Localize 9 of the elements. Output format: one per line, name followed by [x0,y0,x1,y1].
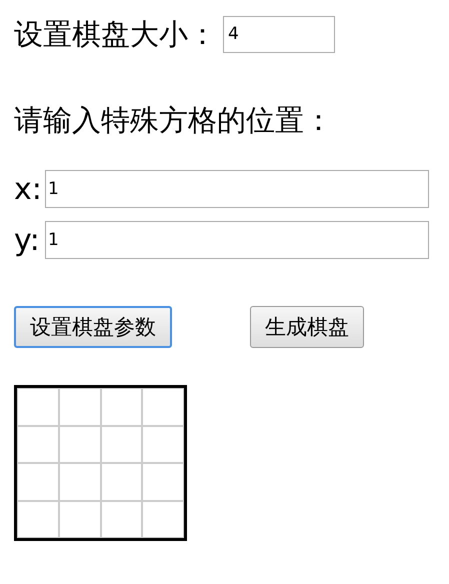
position-prompt: 请输入特殊方格的位置： [14,102,334,139]
coordinate-label: x: [14,170,43,208]
action-button[interactable]: 设置棋盘参数 [14,306,172,348]
board-size-field[interactable]: 4 [223,16,335,52]
coordinate-field[interactable]: 1 [45,221,429,259]
board-size-label: 设置棋盘大小： [14,16,217,53]
action-button[interactable]: 生成棋盘 [250,306,364,348]
coordinate-label: y: [14,222,41,258]
coordinate-field[interactable]: 1 [45,170,429,208]
